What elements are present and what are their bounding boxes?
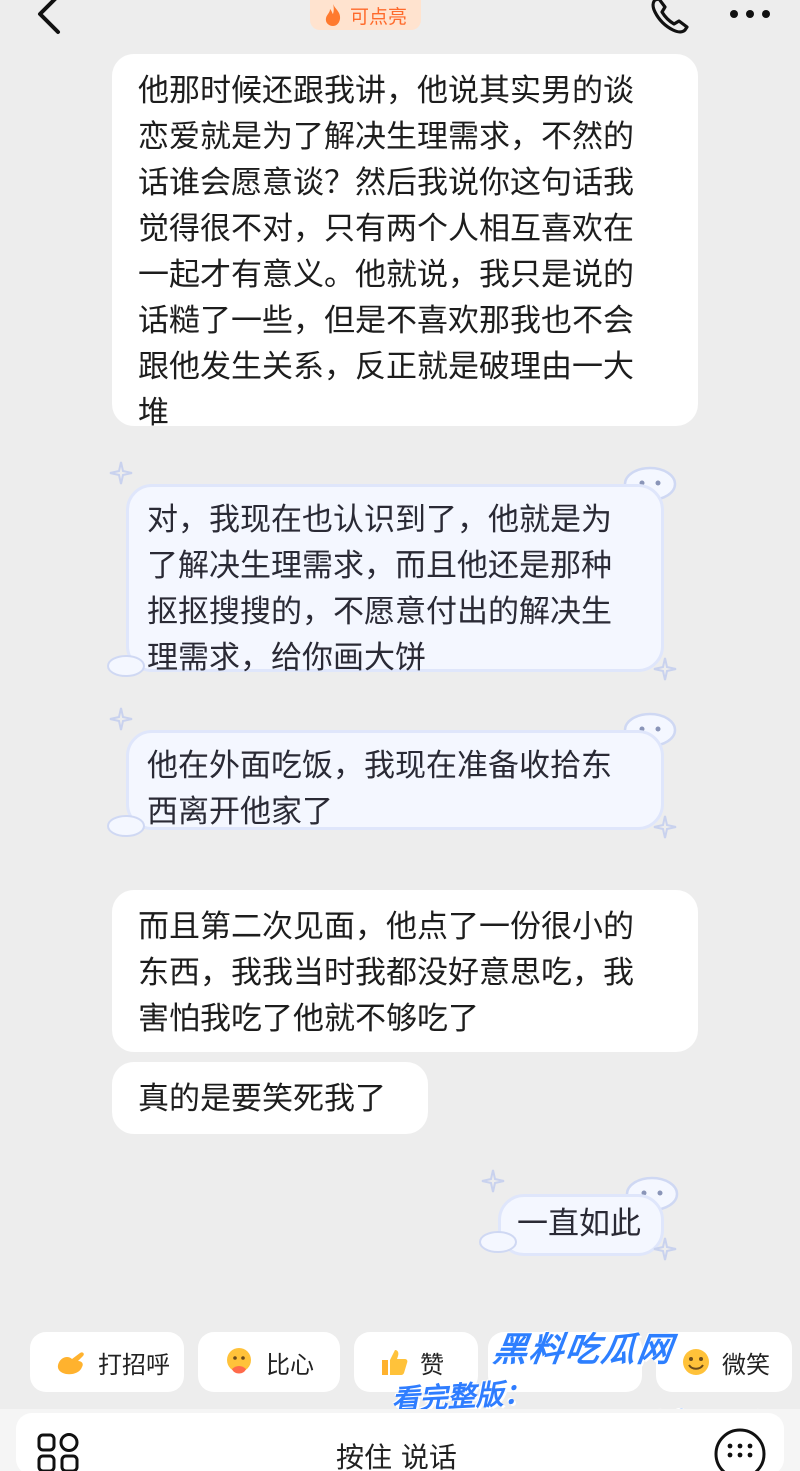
sparkle-decoration-icon: [653, 815, 677, 839]
message-line: 话糙了一些，但是不喜欢那我也不会: [138, 303, 634, 339]
spark-badge[interactable]: 可点亮: [310, 0, 422, 30]
message-bubble[interactable]: 而且第二次见面，他点了一份很小的 东西，我我当时我都没好意思吃，我 害怕我吃了他…: [112, 890, 698, 1052]
keyboard-button[interactable]: [712, 1428, 768, 1471]
sparkle-decoration-icon: [109, 461, 133, 485]
sparkle-decoration-icon: [653, 657, 677, 681]
message-line: 一起才有意义。他就说，我只是说的: [138, 257, 634, 293]
message-line: 恋爱就是为了解决生理需求，不然的: [138, 119, 634, 155]
spark-label: 可点亮: [350, 5, 408, 28]
message-line: 一直如此: [517, 1206, 641, 1242]
cat-face-decoration-icon: [479, 1231, 517, 1253]
apps-button[interactable]: [36, 1432, 82, 1471]
quick-reply-label: 比心: [266, 1350, 314, 1379]
chat-header: 可点亮: [0, 0, 800, 40]
thumbs-up-icon: [382, 1350, 408, 1375]
message-line: 对，我现在也认识到了，他就是为: [147, 502, 612, 538]
quick-reply-label: 赞: [420, 1350, 444, 1379]
quick-reply-heart[interactable]: 比心: [198, 1332, 340, 1392]
message-bubble[interactable]: 真的是要笑死我了: [112, 1062, 428, 1134]
phone-icon: [651, 0, 689, 34]
message-line: 他在外面吃饭，我现在准备收拾东: [147, 748, 612, 784]
sparkle-decoration-icon: [109, 707, 133, 731]
hold-to-talk-button[interactable]: 按住 说话: [336, 1436, 457, 1471]
message-line: 觉得很不对，只有两个人相互喜欢在: [138, 211, 634, 247]
message-line: 真的是要笑死我了: [138, 1081, 386, 1117]
more-options-button[interactable]: [726, 0, 774, 30]
message-bubble-decorated[interactable]: 他在外面吃饭，我现在准备收拾东 西离开他家了: [126, 730, 664, 830]
message-line: 他那时候还跟我讲，他说其实男的谈: [138, 73, 634, 109]
watermark-brand: 黑料吃瓜网: [490, 1330, 677, 1370]
message-line: 堆: [138, 395, 169, 431]
message-line: 理需求，给你画大饼: [147, 640, 426, 676]
quick-reply-greet[interactable]: 打招呼: [30, 1332, 184, 1392]
keyboard-icon: [714, 1428, 766, 1471]
back-button[interactable]: [30, 0, 70, 38]
message-line: 害怕我吃了他就不够吃了: [138, 1001, 479, 1037]
cat-face-decoration-icon: [107, 655, 145, 677]
cat-face-decoration-icon: [107, 815, 145, 837]
message-line: 而且第二次见面，他点了一份很小的: [138, 909, 634, 945]
apps-grid-icon: [37, 1433, 79, 1471]
flame-icon: [325, 4, 341, 26]
message-line: 西离开他家了: [147, 794, 333, 830]
message-line: 了解决生理需求，而且他还是那种: [147, 548, 612, 584]
ellipsis-icon: [730, 10, 770, 18]
heart-hand-icon: [227, 1348, 251, 1374]
message-bubble-decorated[interactable]: 对，我现在也认识到了，他就是为 了解决生理需求，而且他还是那种 抠抠搜搜的，不愿…: [126, 484, 664, 676]
message-bubble[interactable]: 他那时候还跟我讲，他说其实男的谈 恋爱就是为了解决生理需求，不然的 话谁会愿意谈…: [112, 54, 698, 431]
message-line: 话谁会愿意谈？然后我说你这句话我: [138, 165, 634, 201]
message-bubble-decorated-self[interactable]: 一直如此: [498, 1194, 664, 1256]
call-button[interactable]: [645, 0, 693, 38]
wave-hand-icon: [57, 1352, 84, 1375]
message-line: 抠抠搜搜的，不愿意付出的解决生: [147, 594, 612, 630]
sparkle-decoration-icon: [653, 1237, 677, 1261]
quick-reply-label: 打招呼: [98, 1350, 170, 1379]
message-line: 东西，我我当时我都没好意思吃，我: [138, 955, 634, 991]
chevron-left-icon: [38, 0, 60, 34]
message-line: 跟他发生关系，反正就是破理由一大: [138, 349, 634, 385]
sparkle-decoration-icon: [481, 1169, 505, 1193]
